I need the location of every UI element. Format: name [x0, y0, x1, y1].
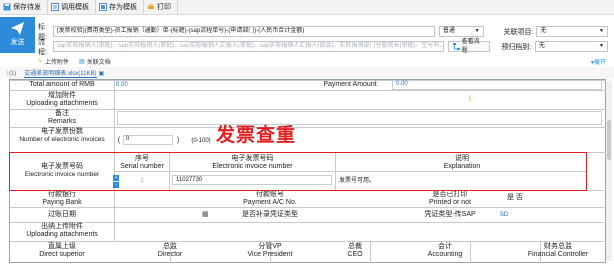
- flow-label: 流程:: [38, 38, 47, 56]
- total-amount-value: 0.00: [116, 82, 128, 88]
- title-row: 标题: (发票校验)(费用类型)-员工报销（通勤）单-(标题)-(sap流程单号…: [38, 24, 608, 41]
- print-icon: [148, 4, 154, 9]
- approver-cfo-cn: 财务总监: [544, 243, 572, 250]
- archive-select[interactable]: 无 ▼: [534, 41, 608, 52]
- invoice-count-field[interactable]: 0: [123, 135, 173, 145]
- upload-attachment-button[interactable]: ✎ 上传附件: [38, 57, 69, 66]
- save-icon: [3, 3, 11, 11]
- chevron-down-icon: ▼: [599, 43, 604, 49]
- delete-icon[interactable]: ▣: [99, 70, 105, 77]
- remarks-en: Remarks: [47, 118, 76, 125]
- approver-direct-superior-en: Direct superior: [39, 251, 85, 258]
- template-icon: [51, 3, 59, 11]
- archive-label: 预归档到:: [501, 43, 532, 51]
- paper-plane-icon: [11, 22, 24, 35]
- flow-row: 流程: sap实际报销人(审批)、sap实际报销人(审批)、sap实际报销人汇报…: [38, 39, 608, 56]
- voucher-type-label: 是否补录凭证类型: [242, 211, 298, 218]
- expand-link[interactable]: ▾展开: [591, 57, 606, 66]
- approver-director-en: Director: [157, 251, 183, 258]
- related-document-button[interactable]: ▤ 关联文档: [79, 57, 111, 66]
- scrollbar-thumb[interactable]: [607, 120, 611, 160]
- send-label: 发送: [10, 39, 25, 46]
- invoice-section-highlight: [9, 152, 587, 191]
- related-value: 无: [540, 28, 547, 34]
- approver-accounting-cn: 会计: [438, 243, 452, 250]
- payment-amount-field[interactable]: 0.00: [392, 80, 602, 90]
- archive-value: 无: [538, 43, 545, 49]
- print-button[interactable]: 打印: [144, 0, 178, 15]
- upload-attachment-label: 上传附件: [45, 59, 70, 66]
- related-select[interactable]: 无 ▼: [536, 26, 608, 37]
- calendar-icon[interactable]: ▦: [202, 210, 209, 218]
- attachment-file-link[interactable]: 交通差旅明细表.xlsx(11KB): [24, 68, 97, 78]
- related-label: 关联项目:: [503, 28, 534, 36]
- view-flow-button[interactable]: 查看流程: [447, 39, 491, 54]
- payment-account-cn: 付款账号: [256, 191, 284, 198]
- remarks-cn: 备注: [55, 110, 69, 117]
- save-template-label: 存为模板: [109, 4, 137, 11]
- scrollbar-track[interactable]: [606, 81, 612, 261]
- save-draft-button[interactable]: 保存待发: [0, 0, 48, 15]
- printed-toggle[interactable]: 是 否: [500, 194, 530, 202]
- invoice-count-range: (0-100): [191, 138, 211, 144]
- save-template-button[interactable]: 存为模板: [96, 0, 144, 15]
- duplicate-check-annotation: 发票查重: [216, 124, 297, 146]
- paperclip-icon: ✎: [38, 58, 44, 65]
- flow-input[interactable]: sap实际报销人(审批)、sap实际报销人(审批)、sap实际报销人汇报人(审批…: [52, 41, 444, 52]
- total-amount-label: Total amount of RMB: [29, 81, 95, 88]
- sap-voucher-label: 凭证类型-传SAP: [424, 211, 476, 218]
- call-template-label: 调用模板: [61, 4, 89, 11]
- invoice-count-cn: 电子发票份数: [41, 128, 83, 135]
- printed-cn: 是否已打印: [432, 191, 468, 198]
- expand-label: 展开: [593, 59, 606, 66]
- attachment-count-label: (1): [8, 70, 17, 77]
- template-save-icon: [99, 3, 107, 11]
- title-input[interactable]: (发票校验)(费用类型)-员工报销（通勤）单-(标题)-(sap流程单号)-(申…: [52, 26, 435, 37]
- upload-attachments-cn: 增加附件: [48, 92, 76, 99]
- call-template-button[interactable]: 调用模板: [48, 0, 96, 15]
- attachment-bar: ✎ 上传附件 ▤ 关联文档 ▾展开: [0, 55, 614, 67]
- printed-en: Printed or not: [428, 199, 472, 206]
- invoice-count-en: Number of electronic invoices: [19, 136, 105, 143]
- cashier-attach-cn: 出纳上传附件: [41, 223, 83, 230]
- attachment-count: ⌇(1): [6, 70, 16, 77]
- flow-chart-icon: [452, 43, 460, 50]
- document-icon: ▤: [79, 58, 85, 65]
- approver-cfo-en: Financial Controller: [527, 251, 589, 258]
- sap-voucher-value: SD: [499, 212, 509, 218]
- approver-vp-en: Vice President: [247, 251, 293, 258]
- approver-ceo-en: CEO: [347, 251, 363, 258]
- approver-direct-superior-cn: 直属上级: [48, 243, 76, 250]
- payment-account-en: Payment A/C No.: [243, 199, 297, 206]
- paperclip-icon[interactable]: ⌇: [468, 94, 472, 103]
- approver-ceo-cn: 总裁: [348, 243, 362, 250]
- attachment-list: ⌇(1) 交通差旅明细表.xlsx(11KB) ▣: [0, 67, 614, 79]
- view-flow-label: 查看流程: [461, 38, 480, 54]
- chevron-down-icon: ▼: [599, 28, 604, 34]
- upload-attachments-en: Uploading attachments: [26, 100, 98, 107]
- remarks-field[interactable]: [117, 111, 602, 125]
- priority-select[interactable]: 普通 ▼: [438, 26, 484, 37]
- toolbar: 保存待发 调用模板 存为模板 打印: [0, 0, 614, 15]
- cashier-attach-en: Uploading attachments: [26, 231, 98, 238]
- approver-vp-cn: 分管VP: [258, 243, 282, 250]
- approver-director-cn: 总监: [163, 243, 177, 250]
- send-button[interactable]: 发送: [0, 17, 35, 53]
- payment-amount-label: Payment Amount: [323, 81, 377, 88]
- priority-value: 普通: [442, 28, 455, 34]
- print-label: 打印: [157, 4, 171, 11]
- approver-accounting-en: Accounting: [427, 251, 463, 258]
- paying-bank-cn: 付款银行: [48, 191, 76, 198]
- paying-bank-en: Paying Bank: [42, 199, 82, 206]
- related-document-label: 关联文档: [86, 59, 111, 66]
- chevron-down-icon: ▼: [474, 28, 480, 34]
- save-draft-label: 保存待发: [13, 4, 41, 11]
- posting-date-label: 过账日期: [48, 211, 76, 218]
